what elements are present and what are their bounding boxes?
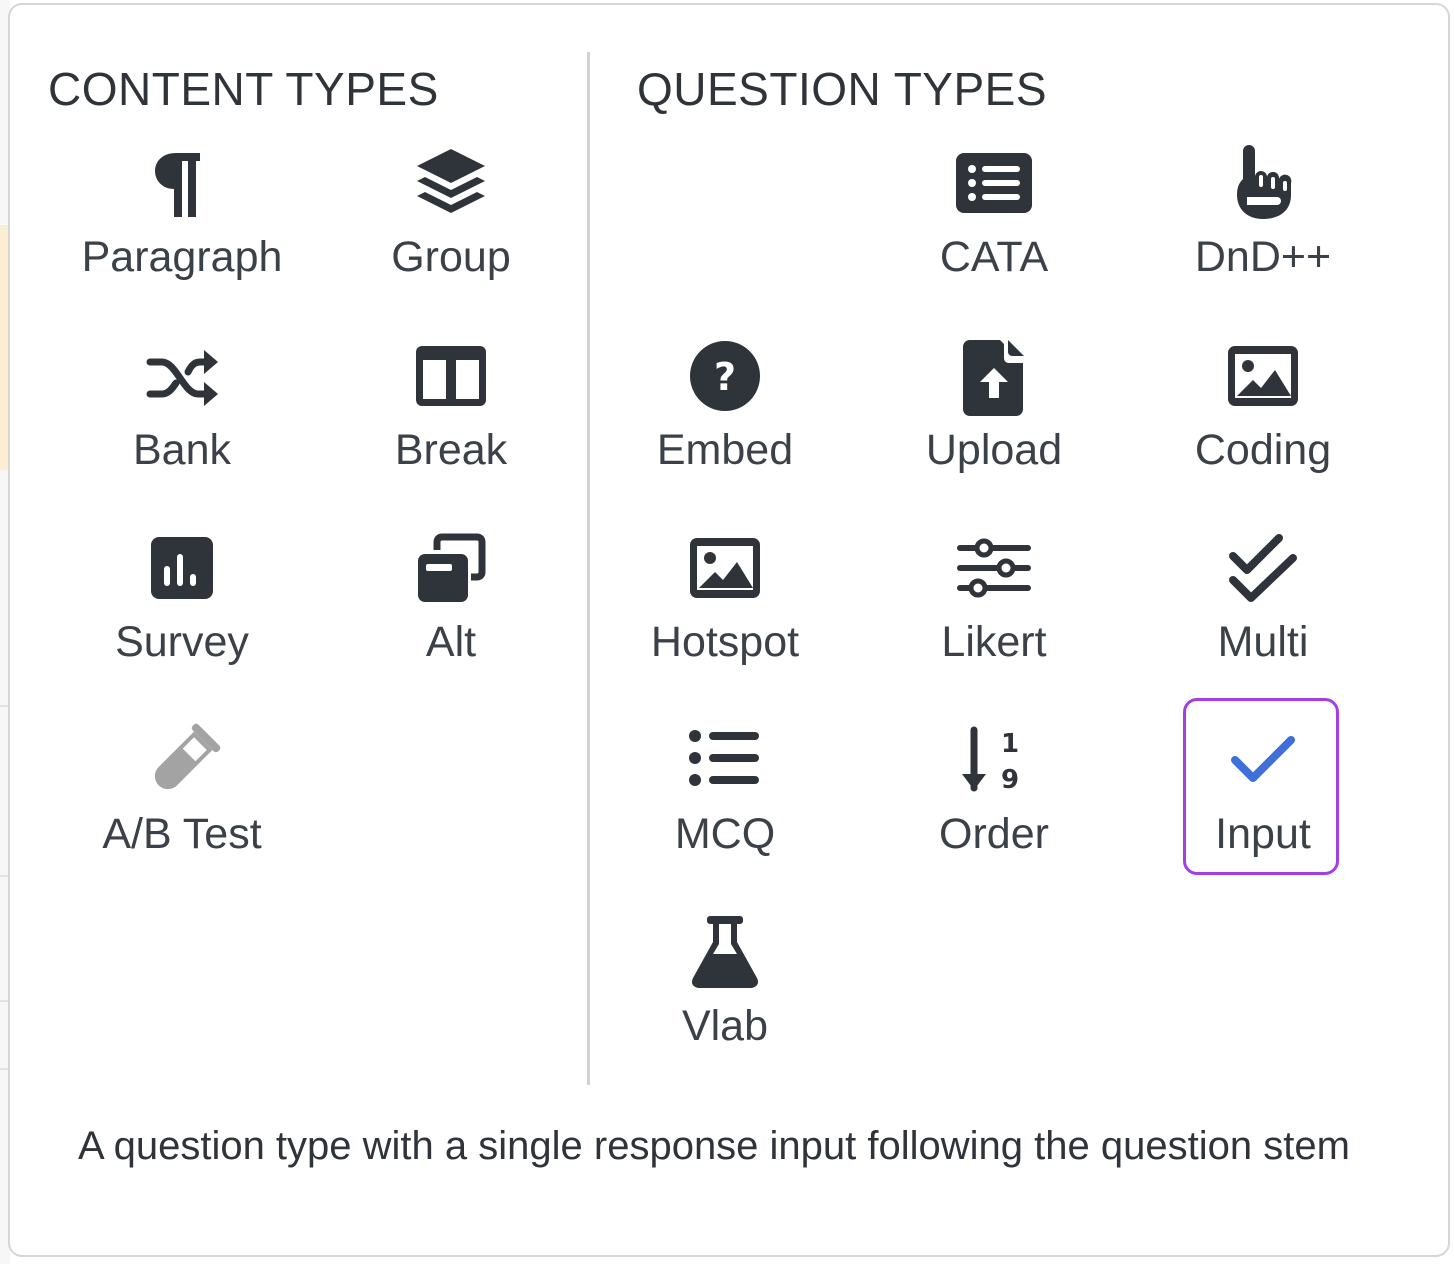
content-type-alt[interactable]: Alt — [331, 530, 571, 695]
question-type-label: Coding — [1194, 426, 1332, 474]
question-type-upload[interactable]: Upload — [874, 338, 1114, 503]
background-line — [0, 1000, 8, 1002]
question-type-label: Input — [1215, 810, 1311, 858]
image-icon — [685, 530, 765, 610]
question-type-label: Embed — [656, 426, 794, 474]
question-type-label: DnD++ — [1194, 233, 1332, 281]
list-ul-icon — [685, 722, 765, 802]
content-type-label: Bank — [132, 426, 231, 474]
content-type-label: Paragraph — [81, 233, 283, 281]
content-type-break[interactable]: Break — [331, 338, 571, 503]
image-icon — [1223, 338, 1303, 418]
file-upload-icon — [954, 338, 1034, 418]
content-type-group[interactable]: Group — [331, 145, 571, 310]
question-type-label: CATA — [939, 233, 1049, 281]
question-type-label: Vlab — [681, 1002, 769, 1050]
columns-icon — [411, 338, 491, 418]
sliders-icon — [954, 530, 1034, 610]
content-type-bank[interactable]: Bank — [62, 338, 302, 503]
question-type-hotspot[interactable]: Hotspot — [605, 530, 845, 695]
question-type-label: Upload — [925, 426, 1063, 474]
question-circle-icon: ? — [685, 338, 765, 418]
question-type-label: Order — [939, 810, 1049, 858]
sort-numeric-icon: 1 9 — [954, 722, 1034, 802]
question-type-order[interactable]: 1 9 Order — [874, 722, 1114, 887]
hand-pointer-icon — [1223, 145, 1303, 225]
question-type-label: Likert — [941, 618, 1047, 666]
layers-icon — [411, 145, 491, 225]
question-type-cata[interactable]: CATA — [874, 145, 1114, 310]
question-type-likert[interactable]: Likert — [874, 530, 1114, 695]
check-icon — [1223, 722, 1303, 802]
question-type-label: Hotspot — [650, 618, 800, 666]
double-check-icon — [1223, 530, 1303, 610]
question-type-label: Multi — [1217, 618, 1309, 666]
svg-text:9: 9 — [1001, 765, 1019, 795]
content-type-label: Group — [391, 233, 511, 281]
list-icon — [954, 145, 1034, 225]
content-type-paragraph[interactable]: Paragraph — [62, 145, 302, 310]
shuffle-icon — [142, 338, 222, 418]
section-divider — [587, 52, 590, 1085]
question-type-coding[interactable]: Coding — [1143, 338, 1383, 503]
svg-text:?: ? — [714, 355, 736, 399]
question-type-mcq[interactable]: MCQ — [605, 722, 845, 887]
svg-text:1: 1 — [1001, 729, 1019, 759]
content-type-survey[interactable]: Survey — [62, 530, 302, 695]
bar-chart-icon — [142, 530, 222, 610]
type-description: A question type with a single response i… — [78, 1124, 1350, 1168]
background-line — [0, 1068, 8, 1070]
question-types-title: QUESTION TYPES — [637, 63, 1048, 115]
content-type-ab-test[interactable]: A/B Test — [62, 722, 302, 887]
question-type-label: MCQ — [674, 810, 776, 858]
content-type-label: Survey — [115, 618, 249, 666]
flask-icon — [685, 914, 765, 994]
background-line — [0, 875, 8, 877]
test-tube-icon — [142, 722, 222, 802]
window-restore-icon — [411, 530, 491, 610]
paragraph-icon — [142, 145, 222, 225]
background-highlight — [0, 225, 8, 470]
question-type-multi[interactable]: Multi — [1143, 530, 1383, 695]
question-type-embed[interactable]: ? Embed — [605, 338, 845, 503]
question-type-vlab[interactable]: Vlab — [605, 914, 845, 1079]
background-line — [0, 705, 8, 707]
content-type-label: Break — [394, 426, 508, 474]
content-type-label: A/B Test — [102, 810, 262, 858]
content-type-label: Alt — [425, 618, 477, 666]
question-type-input[interactable]: Input — [1143, 722, 1383, 887]
question-type-dnd[interactable]: DnD++ — [1143, 145, 1383, 310]
content-types-title: CONTENT TYPES — [48, 63, 439, 115]
